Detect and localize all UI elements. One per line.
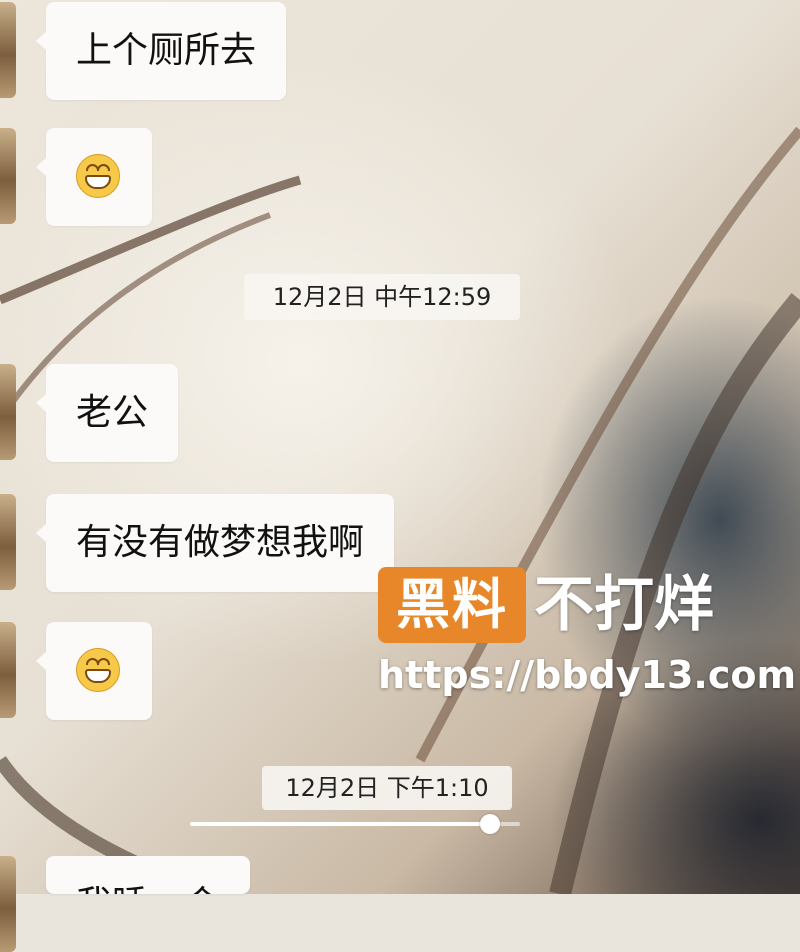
grinning-face-icon: [76, 154, 120, 198]
message-text: 上个厕所去: [76, 30, 257, 71]
message-bubble[interactable]: 我睡一会: [46, 856, 251, 894]
watermark-badge: 黑料: [378, 567, 526, 643]
watermark-url: https://bbdy13.com: [378, 653, 797, 697]
watermark-badge-text: 黑料: [396, 573, 508, 636]
video-progress-bar[interactable]: [190, 814, 520, 834]
message-bubble[interactable]: 上个厕所去: [35, 2, 287, 100]
contact-avatar[interactable]: [0, 622, 16, 718]
message-bubble[interactable]: 老公: [35, 364, 179, 462]
contact-avatar[interactable]: [0, 364, 16, 460]
message-timestamp: 12月2日 中午12:59: [244, 274, 520, 320]
watermark-tagline: 不打烊: [534, 570, 714, 640]
message-text: 有没有做梦想我啊: [76, 522, 365, 563]
contact-avatar[interactable]: [0, 2, 16, 98]
grinning-face-icon: [76, 648, 120, 692]
contact-avatar[interactable]: [0, 856, 16, 952]
contact-avatar[interactable]: [0, 128, 16, 224]
message-bubble[interactable]: [36, 128, 152, 226]
contact-avatar[interactable]: [0, 494, 16, 590]
message-text: 我睡一会: [46, 856, 250, 894]
message-timestamp: 12月2日 下午1:10: [262, 766, 512, 810]
video-progress-fill: [190, 822, 491, 826]
message-bubble[interactable]: 有没有做梦想我啊: [35, 494, 395, 592]
message-bubble[interactable]: [36, 622, 152, 720]
message-text: 老公: [76, 392, 149, 433]
